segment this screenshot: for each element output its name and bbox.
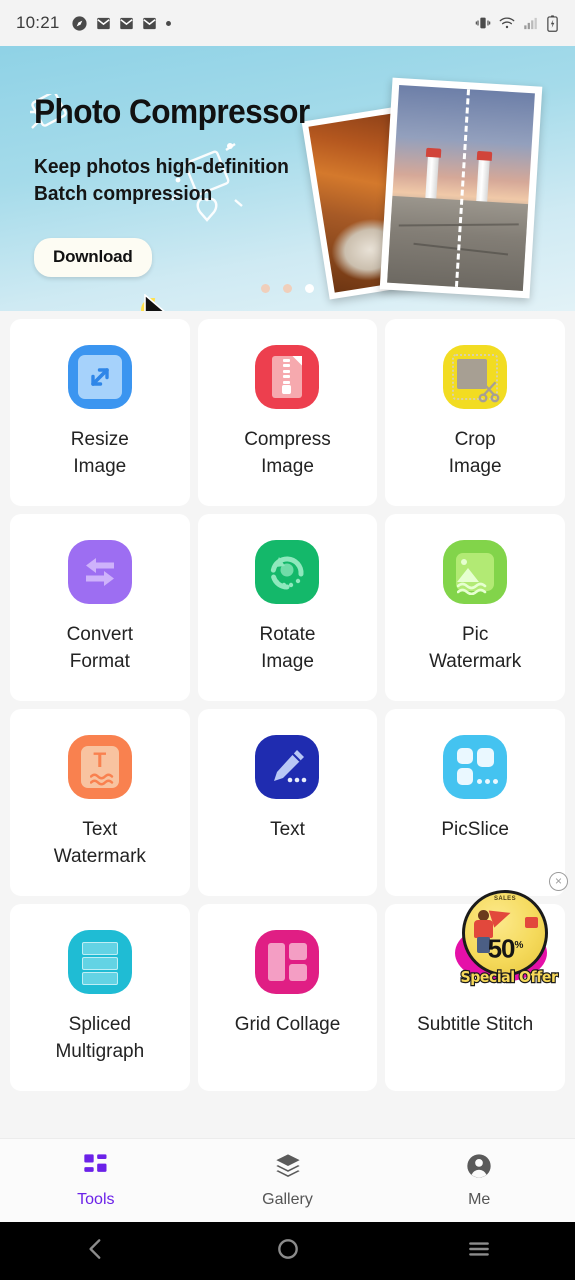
tool-card-rotate-image[interactable]: Rotate Image	[197, 514, 378, 701]
tool-label: Text Watermark	[53, 819, 146, 867]
mouse-cursor-icon	[143, 293, 175, 311]
ad-discount: 50%	[465, 933, 545, 962]
ad-percent-symbol: %	[514, 940, 524, 951]
lighthouse-tower-right	[476, 158, 491, 206]
text-watermark-icon: T	[67, 735, 132, 799]
banner-title: Photo Compressor	[34, 93, 310, 131]
bottom-navigation: Tools Gallery Me	[0, 1138, 575, 1222]
pencil-icon	[255, 735, 320, 799]
crop-scissors-icon	[443, 345, 508, 409]
special-offer-ad[interactable]: × SALES 50% Special Offer	[453, 872, 568, 988]
signal-icon	[523, 16, 538, 31]
tool-card-resize-image[interactable]: Resize Image	[10, 319, 190, 506]
tool-label: Spliced Multigraph	[55, 1014, 145, 1062]
tool-card-picslice[interactable]: PicSlice	[385, 709, 565, 896]
person-icon	[465, 1152, 493, 1185]
lighthouse-photo-image	[387, 85, 535, 291]
grid-icon	[82, 1152, 110, 1185]
nav-label: Me	[468, 1191, 491, 1208]
ad-sales-text: SALES	[493, 896, 516, 902]
tool-card-convert-format[interactable]: Convert Format	[10, 514, 190, 701]
recents-icon	[466, 1236, 492, 1267]
tool-label: Rotate Image	[259, 624, 316, 672]
tool-label: Pic Watermark	[429, 624, 522, 672]
compress-file-icon	[255, 345, 320, 409]
nav-item-gallery[interactable]: Gallery	[192, 1152, 384, 1209]
compass-icon	[71, 15, 88, 32]
ad-badge-circle: SALES 50%	[462, 890, 548, 976]
tool-card-pic-watermark[interactable]: Pic Watermark	[385, 514, 565, 701]
banner-photo-stack	[301, 77, 561, 311]
carousel-dots[interactable]	[0, 284, 575, 293]
tool-label: Text	[270, 819, 305, 840]
status-bar-left: 10:21	[16, 13, 172, 33]
recents-button[interactable]	[383, 1236, 575, 1267]
mail-icon	[142, 16, 157, 31]
battery-charging-icon	[546, 14, 559, 32]
home-button[interactable]	[192, 1236, 384, 1267]
tool-label: Subtitle Stitch	[417, 1014, 534, 1035]
back-icon	[83, 1236, 109, 1267]
ad-ribbon-text: Special Offer	[459, 967, 559, 987]
tool-card-text-watermark[interactable]: T Text Watermark	[10, 709, 190, 896]
picture-watermark-icon	[443, 540, 508, 604]
collage-grid-icon	[255, 930, 320, 994]
status-time: 10:21	[16, 13, 60, 32]
wifi-icon	[499, 15, 515, 31]
nav-label: Gallery	[262, 1191, 313, 1208]
promo-banner[interactable]: Photo Compressor Keep photos high-defini…	[0, 46, 575, 311]
tool-label: Compress Image	[244, 429, 331, 477]
tool-label: Grid Collage	[234, 1014, 341, 1035]
tool-card-spliced-multigraph[interactable]: Spliced Multigraph	[10, 904, 190, 1091]
convert-arrows-icon	[67, 540, 132, 604]
mail-icon	[119, 16, 134, 31]
status-bar-right	[475, 14, 559, 32]
ad-discount-number: 50	[487, 933, 516, 964]
home-icon	[275, 1236, 301, 1267]
tool-label: Convert Format	[66, 624, 134, 672]
stacked-rows-icon	[67, 930, 132, 994]
close-icon[interactable]: ×	[549, 872, 568, 891]
lighthouse-tower-left	[424, 155, 439, 203]
gift-icon	[525, 917, 538, 928]
mail-icon	[96, 16, 111, 31]
tool-card-compress-image[interactable]: Compress Image	[197, 319, 378, 506]
carousel-dot-2[interactable]	[283, 284, 292, 293]
carousel-dot-1[interactable]	[261, 284, 270, 293]
banner-subtitle: Keep photos high-definition Batch compre…	[34, 156, 289, 205]
rotate-icon	[255, 540, 320, 604]
status-bar: 10:21	[0, 0, 575, 46]
layers-icon	[274, 1152, 302, 1185]
nav-label: Tools	[77, 1191, 115, 1208]
back-button[interactable]	[0, 1236, 192, 1267]
megaphone-icon	[488, 904, 514, 928]
vibrate-icon	[475, 15, 491, 31]
slice-grid-icon	[443, 735, 508, 799]
tool-card-crop-image[interactable]: Crop Image	[385, 319, 565, 506]
tool-label: PicSlice	[441, 819, 509, 840]
carousel-dot-3[interactable]	[305, 284, 314, 293]
tool-label: Resize Image	[70, 429, 129, 477]
resize-icon	[67, 345, 132, 409]
download-button[interactable]: Download	[34, 238, 152, 277]
nav-item-tools[interactable]: Tools	[0, 1152, 192, 1209]
dot-icon	[165, 20, 172, 27]
android-navigation-bar	[0, 1222, 575, 1280]
banner-photo-lighthouse	[379, 77, 543, 299]
tool-card-grid-collage[interactable]: Grid Collage	[197, 904, 378, 1091]
tool-card-text[interactable]: Text	[197, 709, 378, 896]
tool-label: Crop Image	[448, 429, 502, 477]
nav-item-me[interactable]: Me	[383, 1152, 575, 1209]
